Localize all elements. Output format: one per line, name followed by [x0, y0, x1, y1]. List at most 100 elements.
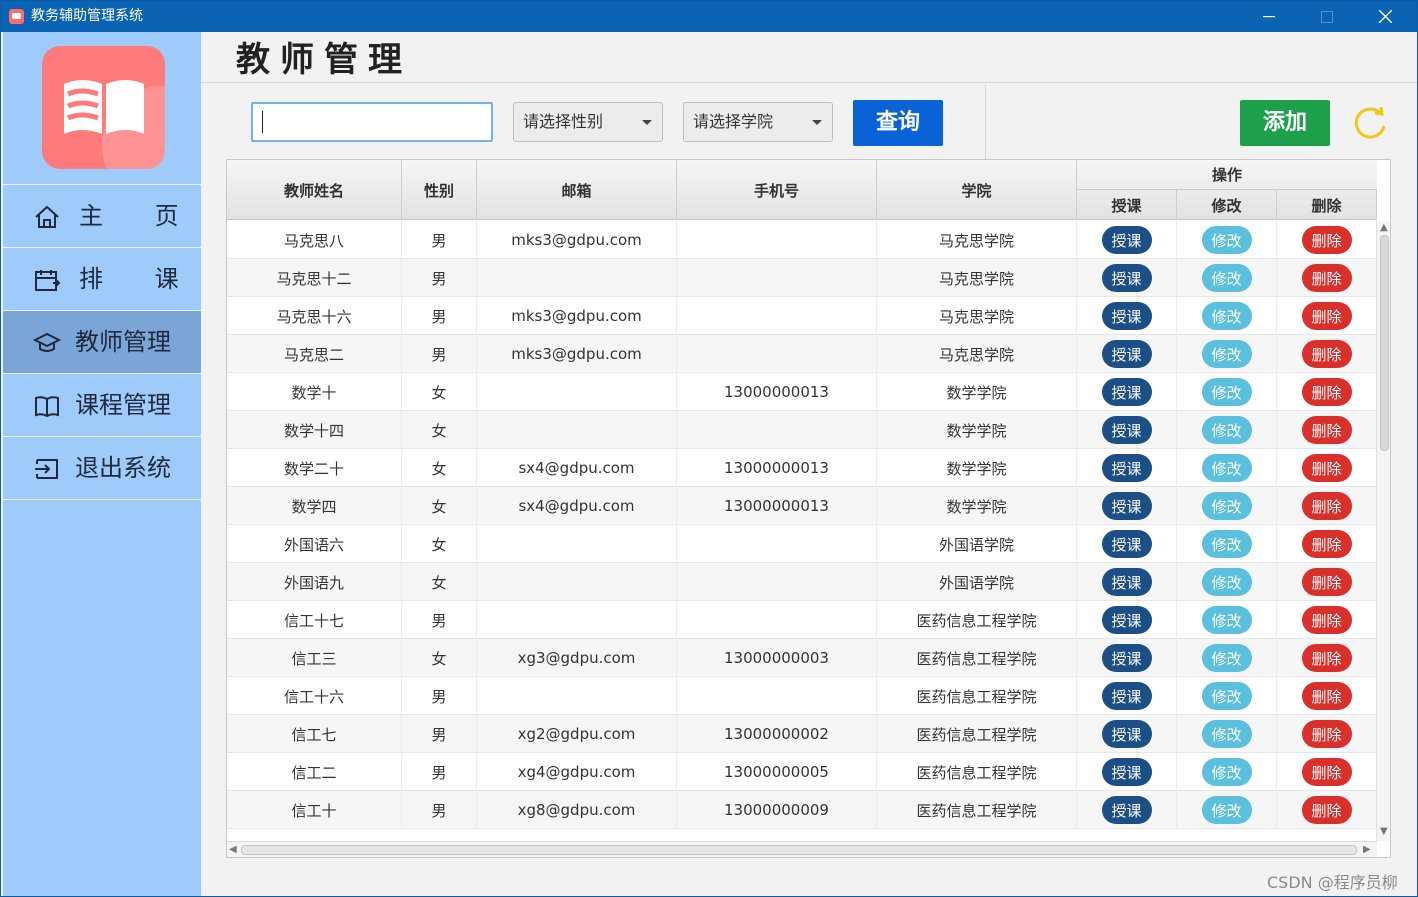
delete-button[interactable]: 删除: [1301, 226, 1352, 254]
column-header-email[interactable]: 邮箱: [477, 160, 677, 220]
assign-course-button[interactable]: 授课: [1101, 606, 1152, 634]
assign-course-button[interactable]: 授课: [1101, 302, 1152, 330]
edit-button[interactable]: 修改: [1201, 606, 1252, 634]
scroll-left-icon[interactable]: ◀: [229, 845, 237, 855]
assign-course-button[interactable]: 授课: [1101, 796, 1152, 824]
assign-course-button[interactable]: 授课: [1101, 454, 1152, 482]
vertical-scroll-thumb[interactable]: [1380, 235, 1389, 451]
edit-button[interactable]: 修改: [1201, 492, 1252, 520]
college-select[interactable]: 请选择学院: [683, 102, 833, 142]
delete-button[interactable]: 删除: [1301, 340, 1352, 368]
column-header-assign[interactable]: 授课: [1077, 190, 1177, 220]
column-header-phone[interactable]: 手机号: [677, 160, 877, 220]
assign-course-button[interactable]: 授课: [1101, 416, 1152, 444]
assign-course-button[interactable]: 授课: [1101, 720, 1152, 748]
sidebar-item-home[interactable]: 主 页: [3, 185, 201, 247]
delete-button[interactable]: 删除: [1301, 568, 1352, 596]
cell-phone: [677, 335, 877, 373]
table-row[interactable]: 外国语六女 外国语学院 授课 修改 删除: [227, 525, 1377, 563]
table-row[interactable]: 外国语九女 外国语学院 授课 修改 删除: [227, 563, 1377, 601]
delete-button[interactable]: 删除: [1301, 720, 1352, 748]
assign-course-button[interactable]: 授课: [1101, 378, 1152, 406]
table-row[interactable]: 数学四女 sx4@gdpu.com 13000000013 数学学院 授课 修改 删除: [227, 487, 1377, 525]
scroll-up-icon[interactable]: ▲: [1380, 223, 1388, 233]
add-button[interactable]: 添加: [1240, 100, 1330, 146]
assign-course-button[interactable]: 授课: [1101, 568, 1152, 596]
vertical-scrollbar[interactable]: ▲ ▼: [1376, 221, 1390, 841]
table-row[interactable]: 信工二男 xg4@gdpu.com 13000000005 医药信息工程学院 授课 修改 删…: [227, 753, 1377, 791]
refresh-icon[interactable]: [1351, 104, 1389, 142]
delete-button[interactable]: 删除: [1301, 796, 1352, 824]
edit-button[interactable]: 修改: [1201, 568, 1252, 596]
title-bar[interactable]: 教务辅助管理系统: [1, 1, 1417, 32]
table-row[interactable]: 信工三女 xg3@gdpu.com 13000000003 医药信息工程学院 授课 修改 删…: [227, 639, 1377, 677]
close-button[interactable]: [1356, 1, 1414, 32]
maximize-icon: [1321, 10, 1333, 23]
edit-button[interactable]: 修改: [1201, 416, 1252, 444]
assign-course-button[interactable]: 授课: [1101, 644, 1152, 672]
table-row[interactable]: 马克思八男 mks3@gdpu.com 马克思学院 授课 修改 删除: [227, 221, 1377, 259]
sidebar-item-course-management[interactable]: 课程管理: [3, 374, 201, 436]
table-row[interactable]: 数学十女 13000000013 数学学院 授课 修改 删除: [227, 373, 1377, 411]
table-row[interactable]: 信工十男 xg8@gdpu.com 13000000009 医药信息工程学院 授课 修改 删…: [227, 791, 1377, 829]
assign-course-button[interactable]: 授课: [1101, 758, 1152, 786]
delete-button[interactable]: 删除: [1301, 416, 1352, 444]
assign-course-button[interactable]: 授课: [1101, 682, 1152, 710]
delete-button[interactable]: 删除: [1301, 492, 1352, 520]
delete-button[interactable]: 删除: [1301, 758, 1352, 786]
column-header-college[interactable]: 学院: [877, 160, 1077, 220]
assign-course-button[interactable]: 授课: [1101, 530, 1152, 558]
horizontal-scroll-thumb[interactable]: [241, 845, 1357, 855]
assign-course-button[interactable]: 授课: [1101, 264, 1152, 292]
table-row[interactable]: 信工十六男 医药信息工程学院 授课 修改 删除: [227, 677, 1377, 715]
scroll-down-icon[interactable]: ▼: [1380, 827, 1388, 837]
table-row[interactable]: 信工十七男 医药信息工程学院 授课 修改 删除: [227, 601, 1377, 639]
edit-button[interactable]: 修改: [1201, 720, 1252, 748]
column-header-edit[interactable]: 修改: [1177, 190, 1277, 220]
edit-button[interactable]: 修改: [1201, 530, 1252, 558]
delete-button[interactable]: 删除: [1301, 644, 1352, 672]
gender-select[interactable]: 请选择性别: [513, 102, 663, 142]
sidebar-item-logout[interactable]: 退出系统: [3, 437, 201, 499]
edit-button[interactable]: 修改: [1201, 454, 1252, 482]
assign-course-button[interactable]: 授课: [1101, 340, 1152, 368]
delete-button[interactable]: 删除: [1301, 378, 1352, 406]
column-header-gender[interactable]: 性别: [402, 160, 477, 220]
table-row[interactable]: 数学二十女 sx4@gdpu.com 13000000013 数学学院 授课 修改 删除: [227, 449, 1377, 487]
scroll-right-icon[interactable]: ▶: [1363, 845, 1371, 855]
edit-button[interactable]: 修改: [1201, 340, 1252, 368]
horizontal-scrollbar[interactable]: ◀ ▶: [227, 841, 1377, 857]
query-button[interactable]: 查询: [853, 100, 943, 146]
edit-button[interactable]: 修改: [1201, 264, 1252, 292]
column-header-delete[interactable]: 删除: [1277, 190, 1377, 220]
edit-button[interactable]: 修改: [1201, 796, 1252, 824]
edit-button[interactable]: 修改: [1201, 644, 1252, 672]
table-row[interactable]: 数学十四女 数学学院 授课 修改 删除: [227, 411, 1377, 449]
assign-course-button[interactable]: 授课: [1101, 492, 1152, 520]
table-row[interactable]: 马克思二男 mks3@gdpu.com 马克思学院 授课 修改 删除: [227, 335, 1377, 373]
table-row[interactable]: 马克思十二男 马克思学院 授课 修改 删除: [227, 259, 1377, 297]
search-input[interactable]: [251, 102, 493, 142]
edit-button[interactable]: 修改: [1201, 302, 1252, 330]
delete-button[interactable]: 删除: [1301, 264, 1352, 292]
sidebar-item-schedule[interactable]: 排 课: [3, 248, 201, 310]
cell-action-edit: 修改: [1177, 335, 1277, 373]
delete-button[interactable]: 删除: [1301, 454, 1352, 482]
cell-phone: [677, 411, 877, 449]
delete-button[interactable]: 删除: [1301, 606, 1352, 634]
delete-button[interactable]: 删除: [1301, 530, 1352, 558]
table-row[interactable]: 马克思十六男 mks3@gdpu.com 马克思学院 授课 修改 删除: [227, 297, 1377, 335]
minimize-button[interactable]: [1240, 1, 1298, 32]
delete-button[interactable]: 删除: [1301, 682, 1352, 710]
column-header-name[interactable]: 教师姓名: [227, 160, 402, 220]
edit-button[interactable]: 修改: [1201, 682, 1252, 710]
assign-course-button[interactable]: 授课: [1101, 226, 1152, 254]
sidebar-item-teacher-management[interactable]: 教师管理: [3, 311, 201, 373]
table-row[interactable]: 信工七男 xg2@gdpu.com 13000000002 医药信息工程学院 授课 修改 删…: [227, 715, 1377, 753]
maximize-button[interactable]: [1298, 1, 1356, 32]
edit-button[interactable]: 修改: [1201, 226, 1252, 254]
delete-button[interactable]: 删除: [1301, 302, 1352, 330]
window-title: 教务辅助管理系统: [31, 8, 143, 24]
edit-button[interactable]: 修改: [1201, 758, 1252, 786]
edit-button[interactable]: 修改: [1201, 378, 1252, 406]
